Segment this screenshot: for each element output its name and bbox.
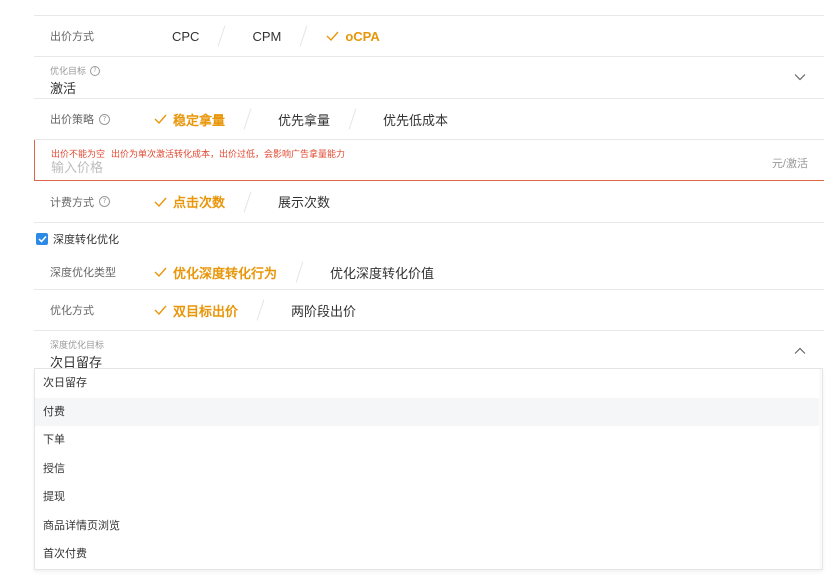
option-label: 优先低成本 xyxy=(383,112,449,128)
optimization-goal-select[interactable]: 优化目标 ? 激活 xyxy=(34,57,824,99)
dropdown-option-order[interactable]: 下单 xyxy=(35,426,822,455)
deep-goal-dropdown: 次日留存 付费 下单 授信 提现 商品详情页浏览 首次付费 xyxy=(34,368,823,570)
question-circle-icon[interactable]: ? xyxy=(90,65,101,76)
bid-settings-form: 出价方式 CPC CPM oCPA 优化目标 ? 激活 出价策略 ? 稳定拿量 … xyxy=(34,0,824,372)
deep-type-row: 深度优化类型 优化深度转化行为 优化深度转化价值 xyxy=(34,255,824,290)
billing-method-options: 点击次数 展示次数 xyxy=(154,190,330,213)
dropdown-option-product-detail-view[interactable]: 商品详情页浏览 xyxy=(35,512,822,541)
bid-method-options: CPC CPM oCPA xyxy=(172,25,380,47)
check-icon xyxy=(154,305,167,316)
bid-strategy-label-text: 出价策略 xyxy=(50,114,94,126)
billing-method-option-impressions[interactable]: 展示次数 xyxy=(278,192,330,211)
deep-goal-label: 深度优化目标 xyxy=(50,338,104,351)
price-field-row: 出价不能为空出价为单次激活转化成本，出价过低，会影响广告拿量能力 元/激活 xyxy=(34,140,824,181)
bid-strategy-row: 出价策略 ? 稳定拿量 优先拿量 优先低成本 xyxy=(34,99,824,140)
chevron-up-icon[interactable] xyxy=(794,347,806,355)
bid-strategy-option-low-cost[interactable]: 优先低成本 xyxy=(383,110,448,129)
option-label: 展示次数 xyxy=(278,195,331,210)
deep-conversion-checkbox[interactable] xyxy=(36,233,48,245)
deep-type-option-behavior[interactable]: 优化深度转化行为 xyxy=(154,263,277,282)
dropdown-scrollbar[interactable] xyxy=(819,369,822,569)
bid-method-option-cpm[interactable]: CPM xyxy=(252,29,281,44)
optimization-goal-label-text: 优化目标 xyxy=(50,66,87,76)
dropdown-option-withdraw[interactable]: 提现 xyxy=(35,483,822,512)
dropdown-option-first-payment[interactable]: 首次付费 xyxy=(35,540,822,569)
option-separator xyxy=(295,261,304,283)
bid-method-label-text: 出价方式 xyxy=(50,31,94,43)
bid-strategy-option-stable[interactable]: 稳定拿量 xyxy=(154,110,225,129)
bid-strategy-option-priority-volume[interactable]: 优先拿量 xyxy=(278,110,330,129)
chevron-down-icon[interactable] xyxy=(794,73,806,81)
option-separator xyxy=(299,25,308,47)
billing-method-row: 计费方式 ? 点击次数 展示次数 xyxy=(34,181,824,223)
option-separator xyxy=(218,25,226,47)
check-icon xyxy=(154,267,167,278)
option-label: CPM xyxy=(252,28,282,44)
check-icon xyxy=(326,31,339,42)
option-label: 优先拿量 xyxy=(278,112,331,128)
option-separator xyxy=(243,190,252,213)
bid-method-option-ocpa[interactable]: oCPA xyxy=(326,28,380,44)
bid-method-row: 出价方式 CPC CPM oCPA xyxy=(34,16,824,57)
deep-type-label: 深度优化类型 xyxy=(34,264,154,280)
option-separator xyxy=(348,108,357,130)
optimize-method-row: 优化方式 双目标出价 两阶段出价 xyxy=(34,290,824,331)
optimize-method-label-text: 优化方式 xyxy=(50,305,94,317)
option-label: CPC xyxy=(172,28,200,44)
bid-method-option-cpc[interactable]: CPC xyxy=(172,29,199,44)
optimize-method-option-dual[interactable]: 双目标出价 xyxy=(154,301,238,320)
option-label: oCPA xyxy=(345,28,380,44)
price-hint-text: 出价为单次激活转化成本，出价过低，会影响广告拿量能力 xyxy=(111,149,346,159)
bid-strategy-label: 出价策略 ? xyxy=(34,111,154,127)
question-circle-icon[interactable]: ? xyxy=(99,196,110,207)
optimization-goal-label: 优化目标 ? xyxy=(50,64,101,77)
price-error-text: 出价不能为空 xyxy=(51,149,106,159)
billing-method-label-text: 计费方式 xyxy=(50,196,94,209)
option-label: 稳定拿量 xyxy=(173,112,226,128)
check-icon xyxy=(154,197,167,207)
checkmark-icon xyxy=(37,235,47,243)
billing-method-option-clicks[interactable]: 点击次数 xyxy=(154,192,225,211)
deep-type-option-value[interactable]: 优化深度转化价值 xyxy=(330,263,434,282)
deep-type-label-text: 深度优化类型 xyxy=(50,267,116,279)
bid-strategy-options: 稳定拿量 优先拿量 优先低成本 xyxy=(154,108,448,130)
dropdown-option-credit[interactable]: 授信 xyxy=(35,455,822,484)
bid-settings-form-page: 出价方式 CPC CPM oCPA 优化目标 ? 激活 出价策略 ? 稳定拿量 … xyxy=(0,0,839,583)
option-label: 两阶段出价 xyxy=(291,303,357,319)
dropdown-option-next-day-retention[interactable]: 次日留存 xyxy=(35,369,822,398)
bid-method-label: 出价方式 xyxy=(34,28,154,44)
optimize-method-options: 双目标出价 两阶段出价 xyxy=(154,299,356,321)
price-error-message: 出价不能为空 出价为单次激活转化成本，出价过低，会影响广告拿量能力 xyxy=(51,147,345,160)
optimization-goal-value: 激活 xyxy=(50,81,77,96)
option-separator xyxy=(256,299,265,321)
deep-conversion-label: 深度转化优化 xyxy=(53,234,119,246)
deep-goal-label-text: 深度优化目标 xyxy=(50,340,105,350)
deep-type-options: 优化深度转化行为 优化深度转化价值 xyxy=(154,261,434,283)
optimize-method-option-two-stage[interactable]: 两阶段出价 xyxy=(291,301,356,320)
deep-goal-select[interactable]: 深度优化目标 次日留存 xyxy=(34,331,824,372)
deep-conversion-checkbox-row: 深度转化优化 xyxy=(34,223,824,255)
option-label: 优化深度转化价值 xyxy=(330,265,435,281)
optimize-method-label: 优化方式 xyxy=(34,302,154,318)
form-top-divider xyxy=(34,0,824,16)
question-circle-icon[interactable]: ? xyxy=(99,113,110,125)
price-input[interactable] xyxy=(49,160,653,175)
option-label: 双目标出价 xyxy=(173,303,239,319)
option-separator xyxy=(243,108,252,130)
billing-method-label: 计费方式 ? xyxy=(34,194,154,210)
check-icon xyxy=(154,114,167,125)
price-unit: 元/激活 xyxy=(771,158,808,170)
option-label: 优化深度转化行为 xyxy=(173,265,278,281)
dropdown-option-payment[interactable]: 付费 xyxy=(35,397,822,426)
option-label: 点击次数 xyxy=(173,195,226,210)
